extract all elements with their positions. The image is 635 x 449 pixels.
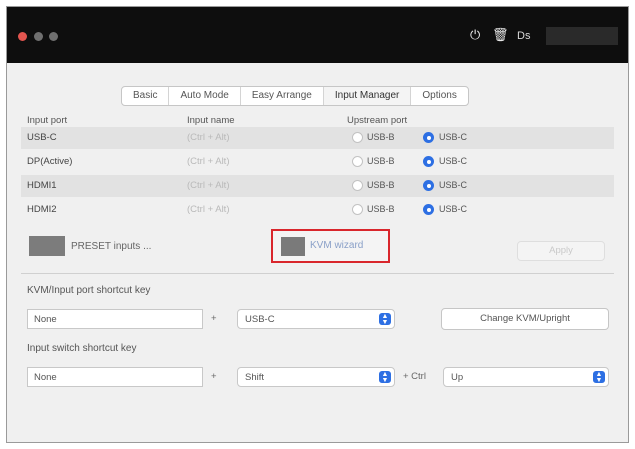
input-switch-direction-select[interactable]: Up ▲ ▼ — [443, 367, 609, 387]
preset-inputs-label: PRESET inputs ... — [71, 241, 152, 252]
app-window: ⏻ 🗑 Ds Basic Auto Mode Easy Arrange Inpu… — [6, 6, 629, 443]
input-port-cell: HDMI2 — [27, 204, 57, 215]
upstream-radio-usb-c[interactable] — [423, 180, 434, 191]
select-stepper-icon: ▲ ▼ — [593, 371, 605, 384]
upstream-label-usb-c: USB-C — [439, 156, 468, 166]
kvm-port-select-value: USB-C — [245, 314, 275, 325]
input-name-cell[interactable]: (Ctrl + Alt) — [187, 180, 230, 191]
title-bar: ⏻ 🗑 Ds — [7, 7, 628, 63]
input-name-cell[interactable]: (Ctrl + Alt) — [187, 132, 230, 143]
input-switch-modifier-select[interactable]: Shift ▲ ▼ — [237, 367, 395, 387]
kvm-shortcut-key-field[interactable]: None — [27, 309, 203, 329]
upstream-radio-usb-b[interactable] — [352, 156, 363, 167]
input-port-cell: DP(Active) — [27, 156, 73, 167]
table-row: HDMI1 (Ctrl + Alt) USB-B USB-C — [21, 175, 614, 197]
input-port-cell: HDMI1 — [27, 180, 57, 191]
close-window-button[interactable] — [18, 32, 27, 41]
tab-basic[interactable]: Basic — [122, 87, 170, 105]
tab-auto-mode[interactable]: Auto Mode — [169, 87, 241, 105]
upstream-label-usb-b: USB-B — [367, 156, 395, 166]
title-field — [546, 27, 618, 45]
select-stepper-icon: ▲ ▼ — [379, 371, 391, 384]
tab-easy-arrange[interactable]: Easy Arrange — [241, 87, 324, 105]
kvm-port-select[interactable]: USB-C ▲ ▼ — [237, 309, 395, 329]
input-switch-key-value: None — [34, 372, 57, 383]
table-row: USB-C (Ctrl + Alt) USB-B USB-C — [21, 127, 614, 149]
upstream-label-usb-b: USB-B — [367, 132, 395, 142]
upstream-label-usb-c: USB-C — [439, 132, 468, 142]
column-header-input-name: Input name — [187, 115, 235, 126]
column-header-input-port: Input port — [27, 115, 68, 126]
input-switch-plus-ctrl: + Ctrl — [403, 371, 426, 382]
change-kvm-button[interactable]: Change KVM/Upright — [441, 308, 609, 330]
power-icon[interactable]: ⏻ — [470, 28, 480, 42]
section-divider — [21, 273, 614, 274]
apply-button[interactable]: Apply — [517, 241, 605, 261]
main-content: Basic Auto Mode Easy Arrange Input Manag… — [7, 63, 628, 442]
upstream-radio-usb-b[interactable] — [352, 180, 363, 191]
input-switch-direction-value: Up — [451, 372, 464, 383]
input-switch-modifier-value: Shift — [245, 372, 265, 383]
input-port-cell: USB-C — [27, 132, 57, 143]
tab-bar: Basic Auto Mode Easy Arrange Input Manag… — [121, 86, 469, 106]
input-switch-plus: + — [211, 371, 217, 382]
upstream-radio-usb-b[interactable] — [352, 204, 363, 215]
kvm-shortcut-plus: + — [211, 313, 217, 324]
trash-icon[interactable]: 🗑 — [492, 28, 509, 42]
tab-input-manager[interactable]: Input Manager — [323, 87, 412, 105]
upstream-radio-usb-c[interactable] — [423, 204, 434, 215]
upstream-label-usb-b: USB-B — [367, 204, 395, 214]
upstream-radio-usb-b[interactable] — [352, 132, 363, 143]
preset-inputs-button[interactable] — [29, 236, 65, 256]
title-label: Ds — [517, 30, 531, 42]
kvm-shortcut-label: KVM/Input port shortcut key — [27, 285, 151, 296]
kvm-wizard-button[interactable] — [281, 237, 305, 256]
input-switch-key-field[interactable]: None — [27, 367, 203, 387]
input-name-cell[interactable]: (Ctrl + Alt) — [187, 156, 230, 167]
select-stepper-icon: ▲ ▼ — [379, 313, 391, 326]
zoom-window-button[interactable] — [49, 32, 58, 41]
input-switch-shortcut-label: Input switch shortcut key — [27, 343, 137, 354]
kvm-wizard-highlight: KVM wizard — [271, 229, 390, 263]
table-row: DP(Active) (Ctrl + Alt) USB-B USB-C — [21, 151, 614, 173]
kvm-shortcut-key-value: None — [34, 314, 57, 325]
upstream-label-usb-c: USB-C — [439, 180, 468, 190]
upstream-label-usb-b: USB-B — [367, 180, 395, 190]
upstream-radio-usb-c[interactable] — [423, 156, 434, 167]
input-name-cell[interactable]: (Ctrl + Alt) — [187, 204, 230, 215]
minimize-window-button[interactable] — [34, 32, 43, 41]
tab-options[interactable]: Options — [411, 87, 467, 105]
table-row: HDMI2 (Ctrl + Alt) USB-B USB-C — [21, 199, 614, 221]
kvm-wizard-label[interactable]: KVM wizard — [310, 240, 363, 251]
upstream-radio-usb-c[interactable] — [423, 132, 434, 143]
upstream-label-usb-c: USB-C — [439, 204, 468, 214]
column-header-upstream-port: Upstream port — [347, 115, 408, 126]
